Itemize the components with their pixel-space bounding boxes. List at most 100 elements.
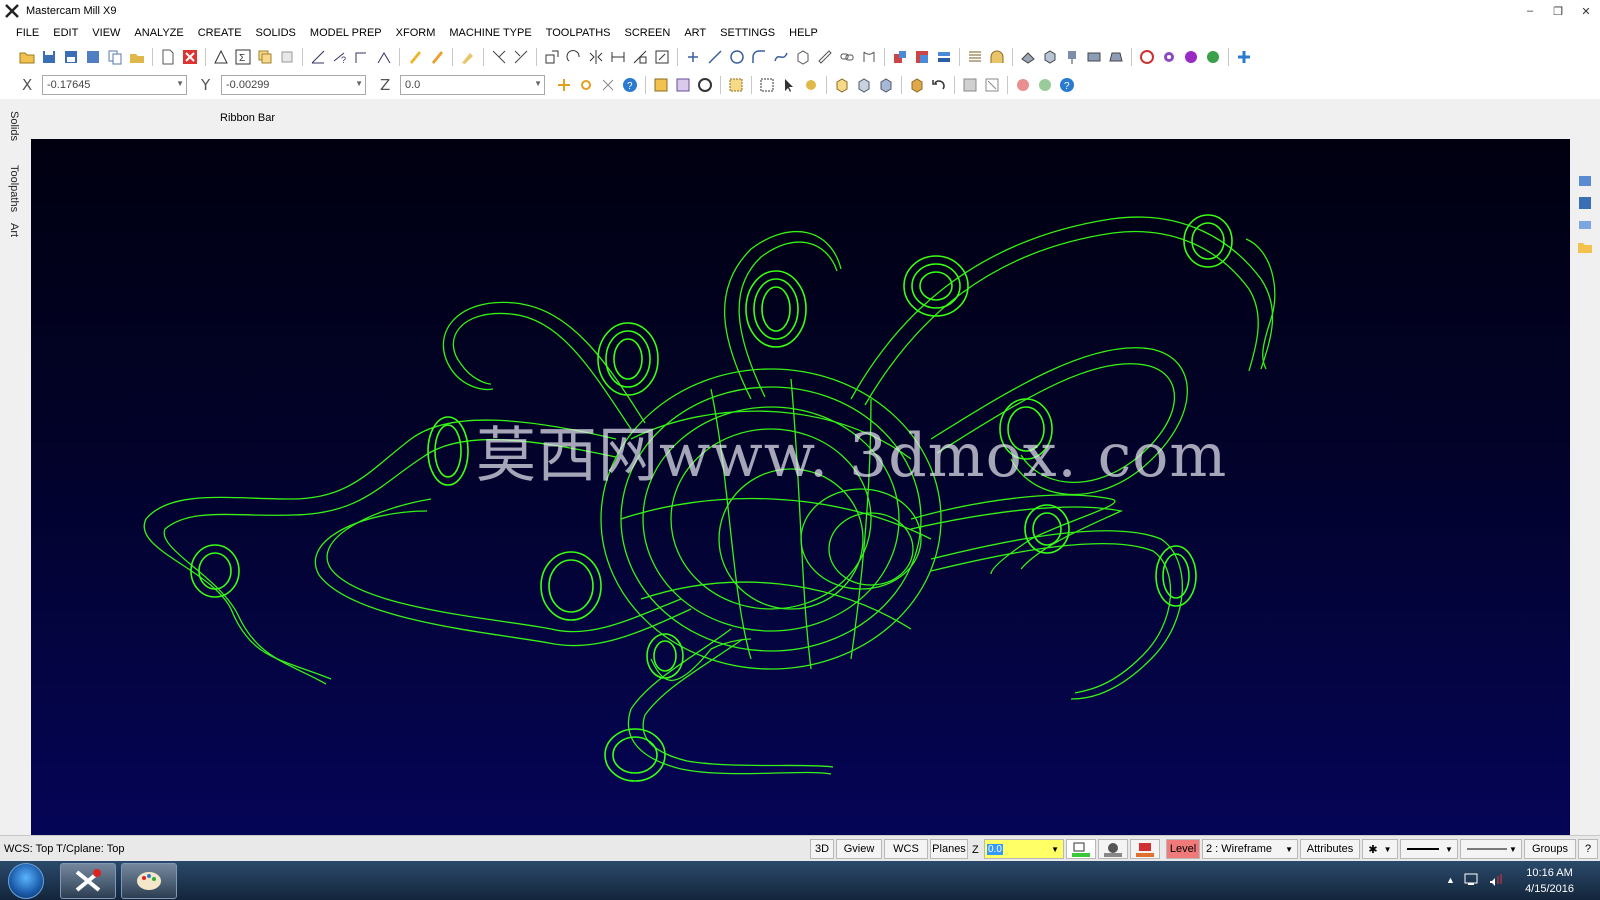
settings-gear-icon[interactable] [1183,49,1199,65]
circle-icon[interactable] [729,49,745,65]
analyze-icon[interactable] [213,49,229,65]
point-icon[interactable] [685,49,701,65]
save-icon[interactable] [41,49,57,65]
box-icon[interactable] [795,49,811,65]
menu-file[interactable]: FILE [10,25,45,41]
fill-color-button[interactable] [1098,839,1128,859]
window-select-icon[interactable] [728,77,744,93]
3d-toggle-button[interactable]: 3D [810,839,834,859]
solid-revolve-icon[interactable] [914,49,930,65]
ok-icon[interactable] [1037,77,1053,93]
menu-view[interactable]: VIEW [86,25,126,41]
level-button[interactable]: Level [1166,839,1200,859]
tab-art[interactable]: Art [8,223,20,237]
z-coordinate-field[interactable]: 0.0 ▼ [400,75,545,95]
surface-color-button[interactable] [1130,839,1160,859]
verify-icon[interactable] [1139,49,1155,65]
menu-xform[interactable]: XFORM [390,25,442,41]
analyze-contour-icon[interactable] [376,49,392,65]
gear-icon[interactable] [1161,49,1177,65]
fast-point-icon[interactable] [578,77,594,93]
menu-art[interactable]: ART [678,25,712,41]
verify-select-icon[interactable] [803,77,819,93]
y-coordinate-field[interactable]: -0.00299 ▼ [221,75,366,95]
select-only-icon[interactable] [675,77,691,93]
menu-screen[interactable]: SCREEN [618,25,676,41]
groups-button[interactable]: Groups [1524,839,1576,859]
gview-button[interactable]: Gview [836,839,882,859]
folder-icon[interactable] [1577,239,1593,255]
color-button[interactable] [1066,839,1096,859]
delete-icon[interactable] [182,49,198,65]
z-depth-field[interactable]: 0.0 ▼ [984,839,1064,859]
chevron-down-icon[interactable]: ▼ [1384,845,1392,854]
stop-icon[interactable] [1015,77,1031,93]
clock[interactable]: 10:16 AM 4/15/2016 [1525,865,1574,897]
solid-stack-icon[interactable] [936,49,952,65]
chevron-down-icon[interactable]: ▼ [1285,845,1293,854]
duplicate-icon[interactable] [257,49,273,65]
solid-extrude-icon[interactable] [892,49,908,65]
show-hidden-icons-icon[interactable]: ▲ [1446,875,1455,885]
chain-link-icon[interactable] [839,49,855,65]
rotate-select-icon[interactable] [697,77,713,93]
paint-taskbar-button[interactable] [121,863,177,899]
eraser-icon[interactable] [429,49,445,65]
menu-settings[interactable]: SETTINGS [714,25,781,41]
fillet-icon[interactable] [751,49,767,65]
restore-button[interactable]: ❐ [1544,0,1572,22]
back-select-icon[interactable] [909,77,925,93]
help-circle-icon[interactable]: ? [622,77,638,93]
chevron-down-icon[interactable]: ▼ [176,79,184,88]
xform-rotate-icon[interactable] [566,49,582,65]
menu-create[interactable]: CREATE [192,25,248,41]
line-width-select[interactable]: ▼ [1460,839,1522,859]
close-button[interactable]: ✕ [1572,0,1600,22]
mask-filter-icon[interactable] [984,77,1000,93]
solid-select-icon[interactable] [834,77,850,93]
menu-help[interactable]: HELP [783,25,824,41]
toolpath-face-icon[interactable] [1086,49,1102,65]
undo-select-icon[interactable] [931,77,947,93]
break-icon[interactable] [513,49,529,65]
volume-icon[interactable] [1488,872,1504,889]
cursor-icon[interactable] [781,77,797,93]
menu-analyze[interactable]: ANALYZE [128,25,189,41]
layers-icon[interactable] [279,49,295,65]
body-select-icon[interactable] [856,77,872,93]
toolpath-pocket-icon[interactable] [1042,49,1058,65]
toolpath-surface-icon[interactable] [1108,49,1124,65]
xform-stretch-icon[interactable] [632,49,648,65]
machine-group-icon[interactable] [1236,49,1252,65]
line-style-select[interactable]: ▼ [1400,839,1458,859]
pencil-icon[interactable] [407,49,423,65]
mask-icon[interactable] [962,77,978,93]
tab-toolpaths[interactable]: Toolpaths [8,165,20,212]
brush-icon[interactable] [460,49,476,65]
chevron-down-icon[interactable]: ▼ [355,79,363,88]
x-coordinate-field[interactable]: -0.17645 ▼ [42,75,187,95]
new-file-icon[interactable] [160,49,176,65]
menu-machine-type[interactable]: MACHINE TYPE [443,25,537,41]
menu-toolpaths[interactable]: TOOLPATHS [540,25,617,41]
xform-mirror-icon[interactable] [588,49,604,65]
analyze-distance-icon[interactable]: ? [332,49,348,65]
chevron-down-icon[interactable]: ▼ [1051,845,1059,854]
analyze-angle-icon[interactable] [310,49,326,65]
start-button[interactable] [8,863,44,899]
xform-scale-icon[interactable] [654,49,670,65]
help-icon[interactable]: ? [1059,77,1075,93]
point-style-select[interactable]: ✱ ▼ [1362,839,1398,859]
save-as-icon[interactable] [63,49,79,65]
network-icon[interactable] [1464,872,1478,889]
chain-select-icon[interactable] [759,77,775,93]
layer-manager-icon[interactable] [1577,217,1593,233]
sum-icon[interactable]: Σ [235,49,251,65]
save-some-icon[interactable] [85,49,101,65]
tab-solids[interactable]: Solids [8,111,20,141]
xform-offset-icon[interactable] [610,49,626,65]
ruler-icon[interactable] [817,49,833,65]
chevron-down-icon[interactable]: ▼ [1509,845,1517,854]
planes-button[interactable]: Planes [930,839,968,859]
spline-icon[interactable] [773,49,789,65]
